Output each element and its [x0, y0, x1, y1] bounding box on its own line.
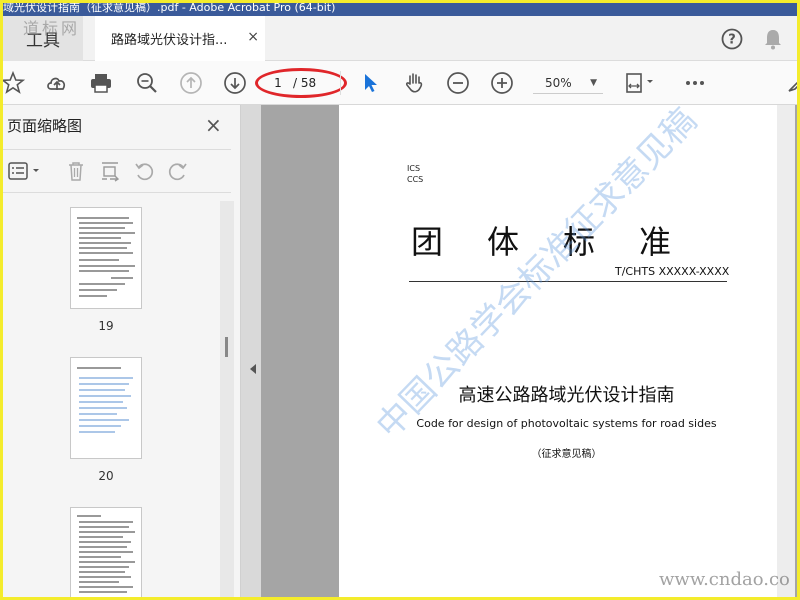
- panel-close-icon[interactable]: ×: [205, 113, 222, 137]
- page-thumbnail[interactable]: [70, 207, 142, 309]
- sign-pen-icon[interactable]: [785, 71, 797, 95]
- thumbnail-options-icon[interactable]: [7, 160, 43, 182]
- zoom-in-icon[interactable]: [490, 71, 514, 95]
- url-watermark: www.cndao.co: [659, 569, 790, 590]
- zoom-out-search-icon[interactable]: [135, 71, 159, 95]
- hand-tool-icon[interactable]: [403, 71, 427, 95]
- chevron-down-icon: ▼: [590, 78, 597, 88]
- more-options-icon[interactable]: [683, 71, 707, 95]
- delete-page-icon[interactable]: [65, 160, 87, 182]
- page-thumbnail[interactable]: [70, 357, 142, 459]
- rotate-right-icon[interactable]: [167, 160, 189, 182]
- help-icon[interactable]: ?: [721, 28, 743, 50]
- ccs-text: CCS: [407, 175, 424, 184]
- next-page-icon[interactable]: [223, 71, 247, 95]
- window-title: 域光伏设计指南（征求意见稿）.pdf - Adobe Acrobat Pro (…: [3, 3, 797, 16]
- draft-label: （征求意见稿）: [531, 449, 602, 460]
- vertical-scrollbar[interactable]: [777, 105, 795, 597]
- thumbnail-page-number: 19: [98, 319, 114, 333]
- thumbnail-page-number: 20: [98, 469, 114, 483]
- thumbnail-scrollbar[interactable]: [220, 201, 234, 597]
- document-canvas: ICS CCS 团体标准 T/CHTS XXXXX-XXXX 高速公路路域光伏设…: [261, 105, 797, 597]
- bell-icon[interactable]: [763, 28, 783, 50]
- toolbar-divider: [340, 71, 341, 95]
- zoom-out-icon[interactable]: [446, 71, 470, 95]
- tab-document-label: 路路域光伏设计指...: [111, 33, 228, 48]
- upload-cloud-icon[interactable]: [45, 71, 69, 95]
- ics-text: ICS: [407, 164, 421, 173]
- document-viewer[interactable]: ICS CCS 团体标准 T/CHTS XXXXX-XXXX 高速公路路域光伏设…: [241, 105, 797, 597]
- extract-page-icon[interactable]: [99, 160, 121, 182]
- page-ics-label: ICS CCS: [407, 163, 423, 185]
- select-cursor-icon[interactable]: [359, 71, 383, 95]
- red-annotation-ellipse: [255, 68, 347, 98]
- panel-toolbar: [3, 149, 231, 193]
- pdf-page: ICS CCS 团体标准 T/CHTS XXXXX-XXXX 高速公路路域光伏设…: [339, 105, 794, 597]
- previous-page-icon[interactable]: [179, 71, 203, 95]
- tab-document[interactable]: 路路域光伏设计指... ×: [95, 16, 265, 61]
- panel-title: 页面缩略图: [7, 117, 83, 135]
- thumbnail-content: [77, 217, 135, 297]
- zoom-level-value: 50%: [545, 76, 572, 90]
- toolbar: 1 / 58 50% ▼: [3, 61, 797, 105]
- print-icon[interactable]: [89, 71, 113, 95]
- standard-code: T/CHTS XXXXX-XXXX: [615, 265, 730, 278]
- page-fit-icon[interactable]: [623, 71, 657, 95]
- logo-watermark: 道标网: [23, 19, 81, 38]
- app-window: 域光伏设计指南（征求意见稿）.pdf - Adobe Acrobat Pro (…: [3, 3, 797, 597]
- svg-text:?: ?: [728, 33, 736, 48]
- star-icon[interactable]: [3, 71, 25, 95]
- thumbnail-panel: 页面缩略图 × 19 20: [3, 105, 241, 597]
- thumbnail-content: [77, 367, 133, 433]
- tab-bar: 工具 路路域光伏设计指... × ?: [3, 16, 797, 61]
- zoom-level-select[interactable]: 50% ▼: [533, 72, 603, 94]
- page-thumbnail[interactable]: [70, 507, 142, 597]
- heading-rule: [409, 281, 727, 282]
- tab-close-icon[interactable]: ×: [247, 29, 259, 45]
- thumbnail-content: [77, 515, 135, 593]
- collapse-panel-icon[interactable]: [249, 363, 257, 375]
- rotate-left-icon[interactable]: [133, 160, 155, 182]
- panel-resize-handle[interactable]: [225, 337, 228, 357]
